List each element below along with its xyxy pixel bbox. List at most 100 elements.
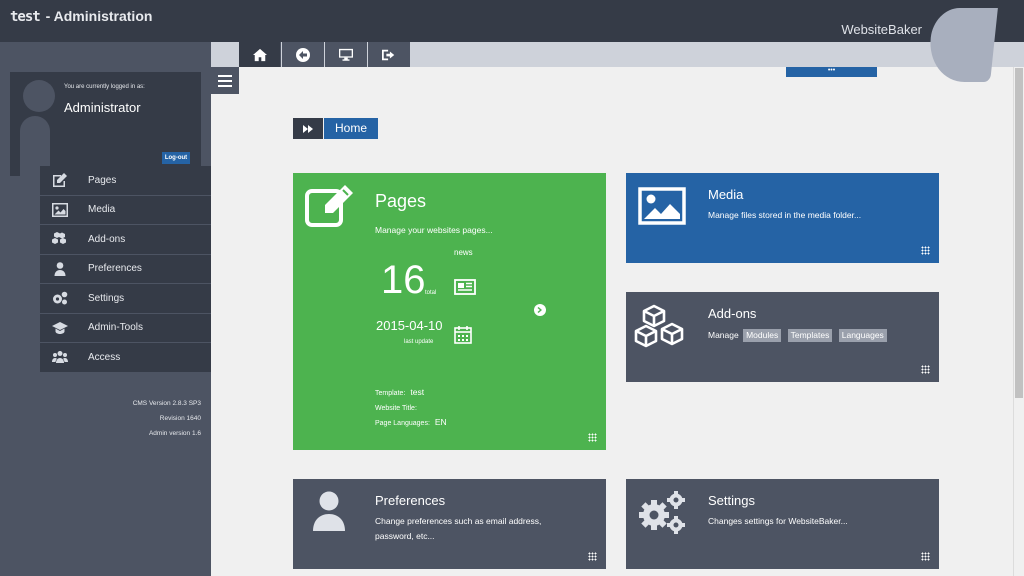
addons-tile[interactable]: Add-ons Manage Modules Templates Languag… (626, 292, 939, 382)
settings-desc: Changes settings for WebsiteBaker... (708, 516, 848, 526)
sidebar-item-admin-tools[interactable]: Admin-Tools (40, 313, 211, 343)
cubes-icon (634, 304, 684, 348)
languages-link[interactable]: Languages (838, 329, 887, 342)
breadcrumb-icon (293, 118, 323, 139)
chevron-right-icon (537, 307, 542, 313)
sign-out-icon (381, 49, 394, 60)
brand-name: WebsiteBaker (841, 22, 922, 37)
languages-label: Page Languages: (375, 420, 430, 427)
page-count-label: total (425, 290, 437, 296)
sidebar-item-pages[interactable]: Pages (40, 166, 211, 196)
template-row: Template: test (375, 387, 424, 397)
graduation-cap-icon (40, 321, 80, 335)
grid-icon (921, 365, 930, 374)
hamburger-line (218, 84, 232, 87)
logged-in-label: You are currently logged in as: (64, 84, 145, 90)
template-value: test (410, 387, 425, 397)
settings-title: Settings (708, 493, 755, 508)
image-icon (638, 187, 686, 225)
fast-forward-icon (303, 124, 313, 133)
user-icon (40, 261, 80, 276)
home-button[interactable] (239, 42, 281, 67)
back-button[interactable] (282, 42, 324, 67)
website-title-label: Website Title: (375, 405, 417, 412)
templates-link[interactable]: Templates (787, 329, 833, 342)
preferences-desc-line1: Change preferences such as email address… (375, 516, 542, 526)
grid-icon (588, 433, 597, 442)
sidebar-item-media[interactable]: Media (40, 195, 211, 225)
avatar-head (23, 80, 55, 112)
revision: Revision 1640 (159, 415, 201, 422)
version-info: CMS Version 2.8.3 SP3 Revision 1640 Admi… (51, 396, 201, 441)
last-update-label: last update (404, 339, 434, 345)
desktop-icon (338, 48, 353, 61)
site-logo: test (10, 9, 41, 25)
settings-tile[interactable]: Settings Changes settings for WebsiteBak… (626, 479, 939, 569)
frontend-button[interactable] (325, 42, 367, 67)
users-icon (40, 350, 80, 364)
app-title: test - Administration (10, 8, 152, 25)
languages-value: EN (434, 417, 447, 427)
back-icon (295, 47, 310, 62)
cubes-icon (40, 232, 80, 246)
page-count: 16 (381, 258, 426, 302)
menu-toggle-button[interactable] (211, 67, 239, 94)
preferences-desc-line2: password, etc... (375, 531, 435, 541)
sidebar-item-label: Media (88, 204, 116, 216)
sidebar-item-label: Pages (88, 174, 117, 186)
addons-manage-row: Manage Modules Templates Languages (708, 328, 887, 343)
gears-icon (40, 291, 80, 305)
preferences-tile[interactable]: Preferences Change preferences such as e… (293, 479, 606, 569)
gears-icon (639, 491, 685, 534)
user-box: You are currently logged in as: Administ… (10, 72, 201, 176)
logout-toolbar-button[interactable] (368, 42, 410, 67)
toolbar (211, 42, 1024, 67)
sidebar-item-access[interactable]: Access (40, 343, 211, 373)
media-tile[interactable]: Media Manage files stored in the media f… (626, 173, 939, 263)
pages-next-button[interactable] (534, 304, 546, 316)
template-label: Template: (375, 390, 406, 397)
media-title: Media (708, 187, 744, 202)
app-title-text: - Administration (41, 8, 153, 24)
image-icon (40, 202, 80, 217)
user-name: Administrator (64, 100, 141, 115)
edit-icon (305, 185, 353, 227)
sidebar-item-settings[interactable]: Settings (40, 284, 211, 314)
cms-version: CMS Version 2.8.3 SP3 (132, 400, 201, 407)
breadcrumb-home[interactable]: Home (324, 118, 378, 139)
user-icon (313, 491, 345, 531)
top-header: test - Administration WebsiteBaker (0, 0, 1024, 42)
preferences-title: Preferences (375, 493, 446, 508)
preferences-desc: Change preferences such as email address… (375, 514, 541, 544)
news-label: news (454, 248, 473, 257)
sidebar-item-addons[interactable]: Add-ons (40, 225, 211, 255)
last-update-date: 2015-04-10 (376, 318, 443, 333)
sidebar-nav: Pages Media Add-ons Preferences Settings… (40, 166, 211, 373)
addons-title: Add-ons (708, 306, 757, 321)
logout-button[interactable]: Log-out (162, 152, 190, 164)
sidebar-item-preferences[interactable]: Preferences (40, 254, 211, 284)
grid-icon (921, 552, 930, 561)
calendar-icon (454, 326, 472, 344)
sidebar: You are currently logged in as: Administ… (0, 42, 211, 576)
pages-title: Pages (375, 191, 427, 211)
media-desc: Manage files stored in the media folder.… (708, 210, 862, 220)
edit-icon (40, 173, 80, 188)
sidebar-item-label: Access (88, 351, 121, 363)
sidebar-item-label: Settings (88, 292, 125, 304)
admin-version: Admin version 1.6 (148, 430, 201, 437)
grid-icon (588, 552, 597, 561)
sidebar-item-label: Admin-Tools (88, 322, 144, 334)
sidebar-item-label: Add-ons (88, 233, 126, 245)
pages-tile[interactable]: Pages Manage your websites pages... news… (293, 173, 606, 450)
sidebar-item-label: Preferences (88, 263, 142, 275)
brand-logo-shape (926, 8, 998, 82)
modules-link[interactable]: Modules (743, 329, 782, 342)
manage-label: Manage (708, 330, 739, 340)
hamburger-line (218, 79, 232, 82)
grid-icon (921, 246, 930, 255)
website-title-row: Website Title: (375, 402, 422, 412)
more-tab[interactable]: ••• (786, 67, 877, 77)
pages-desc: Manage your websites pages... (375, 225, 493, 235)
scrollbar-thumb[interactable] (1015, 68, 1023, 398)
